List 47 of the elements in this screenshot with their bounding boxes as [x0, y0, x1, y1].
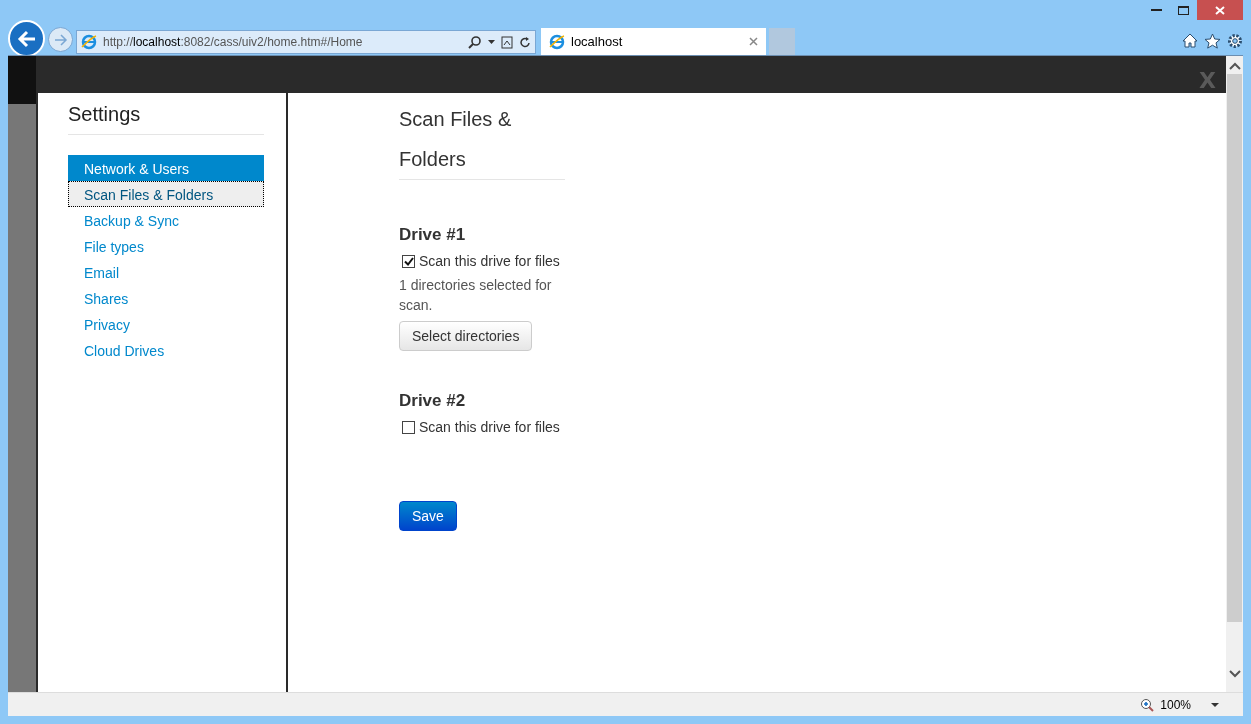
scrollbar[interactable]	[1226, 56, 1243, 692]
compatibility-view-icon[interactable]	[501, 35, 513, 49]
search-icon[interactable]	[468, 35, 482, 49]
checkbox[interactable]	[402, 420, 415, 434]
dark-strip-block	[8, 56, 36, 104]
zoom-icon[interactable]	[1140, 697, 1155, 712]
sidebar-item[interactable]: Backup & Sync	[68, 207, 264, 233]
url-text: http://localhost:8082/cass/uiv2/home.htm#/Home	[103, 35, 364, 49]
star-icon[interactable]	[1204, 33, 1221, 49]
checkbox[interactable]	[402, 254, 415, 268]
sidebar-item[interactable]: Email	[68, 259, 264, 285]
browser-logo-icon	[81, 34, 97, 50]
close-button[interactable]	[1197, 0, 1243, 20]
zoom-level[interactable]: 100%	[1160, 697, 1191, 712]
sidebar-item[interactable]: Privacy	[68, 311, 264, 337]
home-icon[interactable]	[1182, 33, 1198, 48]
page-title: Scan Files & Folders	[399, 99, 565, 180]
directories-info: 1 directories selected for scan.	[399, 276, 553, 315]
browser-logo-icon	[549, 33, 565, 50]
drive-heading: Drive #2	[399, 391, 467, 411]
maximize-icon	[1178, 5, 1189, 15]
checkbox-label: Scan this drive for files	[419, 419, 560, 435]
settings-icon[interactable]	[1227, 33, 1243, 49]
close-tab-icon[interactable]	[749, 37, 758, 46]
minimize-icon	[1151, 9, 1162, 11]
drive-heading: Drive #1	[399, 225, 467, 245]
checkbox-label: Scan this drive for files	[419, 253, 560, 269]
sidebar-item[interactable]: Shares	[68, 285, 264, 311]
forward-arrow-icon	[53, 33, 68, 46]
refresh-icon[interactable]	[519, 35, 531, 49]
sidebar-item[interactable]: Scan Files & Folders	[68, 181, 264, 207]
scroll-down-icon[interactable]	[1228, 670, 1241, 678]
dropdown-arrow-icon[interactable]	[488, 40, 495, 44]
select-directories-button[interactable]: Select directories	[399, 321, 533, 351]
save-button[interactable]: Save	[399, 501, 457, 531]
sidebar-title: Settings	[68, 101, 264, 135]
back-button[interactable]	[8, 20, 45, 57]
tab-title: localhost	[571, 34, 624, 49]
close-icon	[1215, 5, 1225, 15]
dropdown-arrow-icon[interactable]	[1211, 702, 1219, 707]
scroll-up-icon[interactable]	[1228, 62, 1241, 70]
back-arrow-icon	[16, 29, 37, 48]
sidebar-item[interactable]: Network & Users	[68, 155, 264, 181]
browser-tab[interactable]: localhost	[541, 28, 766, 55]
sidebar-item[interactable]: File types	[68, 233, 264, 259]
address-bar[interactable]: http://localhost:8082/cass/uiv2/home.htm#/Home	[76, 30, 536, 54]
sidebar-item[interactable]: Cloud Drives	[68, 337, 264, 363]
